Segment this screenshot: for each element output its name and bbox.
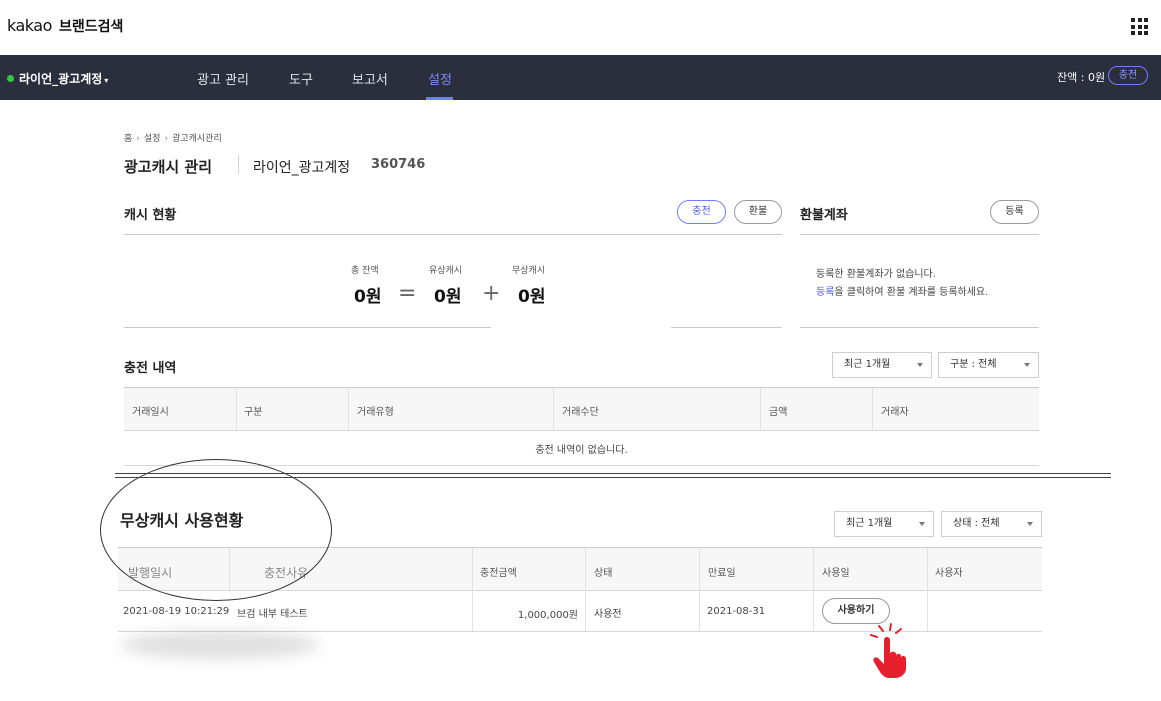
total-balance-value: 0원 — [354, 287, 382, 307]
free-cash-label: 무상캐시 — [512, 266, 546, 276]
breadcrumb: 홈 › 설정 › 광고캐시관리 — [124, 131, 222, 144]
column-divider — [760, 388, 761, 430]
nav-charge-button[interactable]: 충전 — [1108, 66, 1148, 85]
pointer-hand-icon — [870, 623, 906, 678]
refund-hint: 등록을 클릭하여 환불 계좌를 등록하세요. — [816, 287, 989, 298]
section-divider — [124, 234, 782, 235]
row-expiry: 2021-08-31 — [707, 606, 766, 617]
col-category: 구분 — [244, 407, 263, 418]
active-tab-indicator — [426, 97, 453, 100]
col-amount: 금액 — [769, 407, 788, 418]
col-user: 사용자 — [935, 568, 963, 579]
register-button[interactable]: 등록 — [990, 200, 1039, 224]
col-status: 상태 — [594, 568, 613, 579]
tab-tools[interactable]: 도구 — [289, 69, 313, 88]
col-transaction-date: 거래일시 — [132, 407, 169, 418]
tab-reports[interactable]: 보고서 — [352, 69, 388, 88]
section-divider — [800, 234, 1039, 235]
chevron-right-icon: › — [136, 134, 140, 144]
account-selector[interactable]: 라이언_광고계정 ▾ — [7, 70, 108, 87]
equals-sign: = — [398, 281, 417, 306]
refund-account-title: 환불계좌 — [800, 208, 848, 223]
col-expiry: 만료일 — [708, 568, 736, 579]
chevron-down-icon — [919, 522, 925, 526]
chevron-down-icon — [1024, 363, 1030, 367]
plus-sign: + — [482, 281, 501, 306]
row-issued: 2021-08-19 10:21:29 — [123, 606, 230, 617]
refund-empty-message: 등록한 환불계좌가 없습니다. — [816, 269, 936, 280]
use-button[interactable]: 사용하기 — [822, 598, 890, 624]
paid-cash-value: 0원 — [434, 287, 462, 307]
row-reason: 브검 내부 테스트 — [237, 609, 308, 620]
chevron-down-icon — [917, 363, 923, 367]
account-id: 360746 — [371, 157, 426, 172]
logo[interactable]: kakao 브랜드검색 — [7, 16, 123, 36]
free-cash-title: 무상캐시 사용현황 — [120, 511, 244, 530]
register-link[interactable]: 등록 — [816, 287, 834, 298]
chevron-down-icon — [1027, 522, 1033, 526]
section-divider — [124, 327, 491, 328]
account-name: 라이언_광고계정 — [253, 160, 351, 176]
chevron-right-icon: › — [164, 134, 169, 144]
refund-button[interactable]: 환불 — [734, 200, 782, 224]
charge-history-title: 충전 내역 — [124, 361, 177, 376]
free-period-select[interactable]: 최근 1개월 — [834, 511, 934, 537]
type-select[interactable]: 구분 : 전체 — [938, 352, 1039, 378]
col-trader: 거래자 — [881, 407, 909, 418]
breadcrumb-home[interactable]: 홈 — [124, 134, 132, 144]
paid-cash-label: 유상캐시 — [429, 266, 463, 276]
breadcrumb-settings[interactable]: 설정 — [144, 134, 161, 144]
col-transaction-type: 거래유형 — [357, 407, 394, 418]
column-divider — [553, 388, 554, 430]
col-charge-amount: 충전금액 — [480, 568, 517, 579]
charge-button[interactable]: 충전 — [677, 200, 726, 224]
row-status: 사용전 — [594, 609, 622, 620]
empty-message: 충전 내역이 없습니다. — [535, 445, 628, 456]
status-select[interactable]: 상태 : 전체 — [941, 511, 1042, 537]
chevron-down-icon: ▾ — [104, 76, 109, 85]
breadcrumb-current: 광고캐시관리 — [172, 134, 222, 144]
column-divider — [872, 388, 873, 430]
title-divider — [238, 155, 239, 174]
tab-settings[interactable]: 설정 — [428, 69, 452, 88]
col-payment-method: 거래수단 — [562, 407, 599, 418]
apps-grid-icon[interactable] — [1131, 18, 1148, 35]
total-balance-label: 총 잔액 — [351, 266, 379, 276]
period-select[interactable]: 최근 1개월 — [832, 352, 932, 378]
section-divider — [800, 327, 1039, 328]
status-dot — [7, 75, 14, 82]
page-title: 광고캐시 관리 — [124, 158, 213, 176]
section-divider — [671, 327, 782, 328]
tab-ad-management[interactable]: 광고 관리 — [197, 69, 249, 88]
row-amount: 1,000,000원 — [517, 610, 578, 621]
cash-status-title: 캐시 현황 — [124, 208, 177, 223]
column-divider — [236, 388, 237, 430]
balance-text: 잔액 : 0원 — [1057, 71, 1106, 84]
column-divider — [348, 388, 349, 430]
col-used-date: 사용일 — [822, 568, 850, 579]
free-cash-value: 0원 — [518, 287, 546, 307]
nav-bar — [0, 55, 1161, 100]
ellipse-shadow — [120, 631, 320, 659]
